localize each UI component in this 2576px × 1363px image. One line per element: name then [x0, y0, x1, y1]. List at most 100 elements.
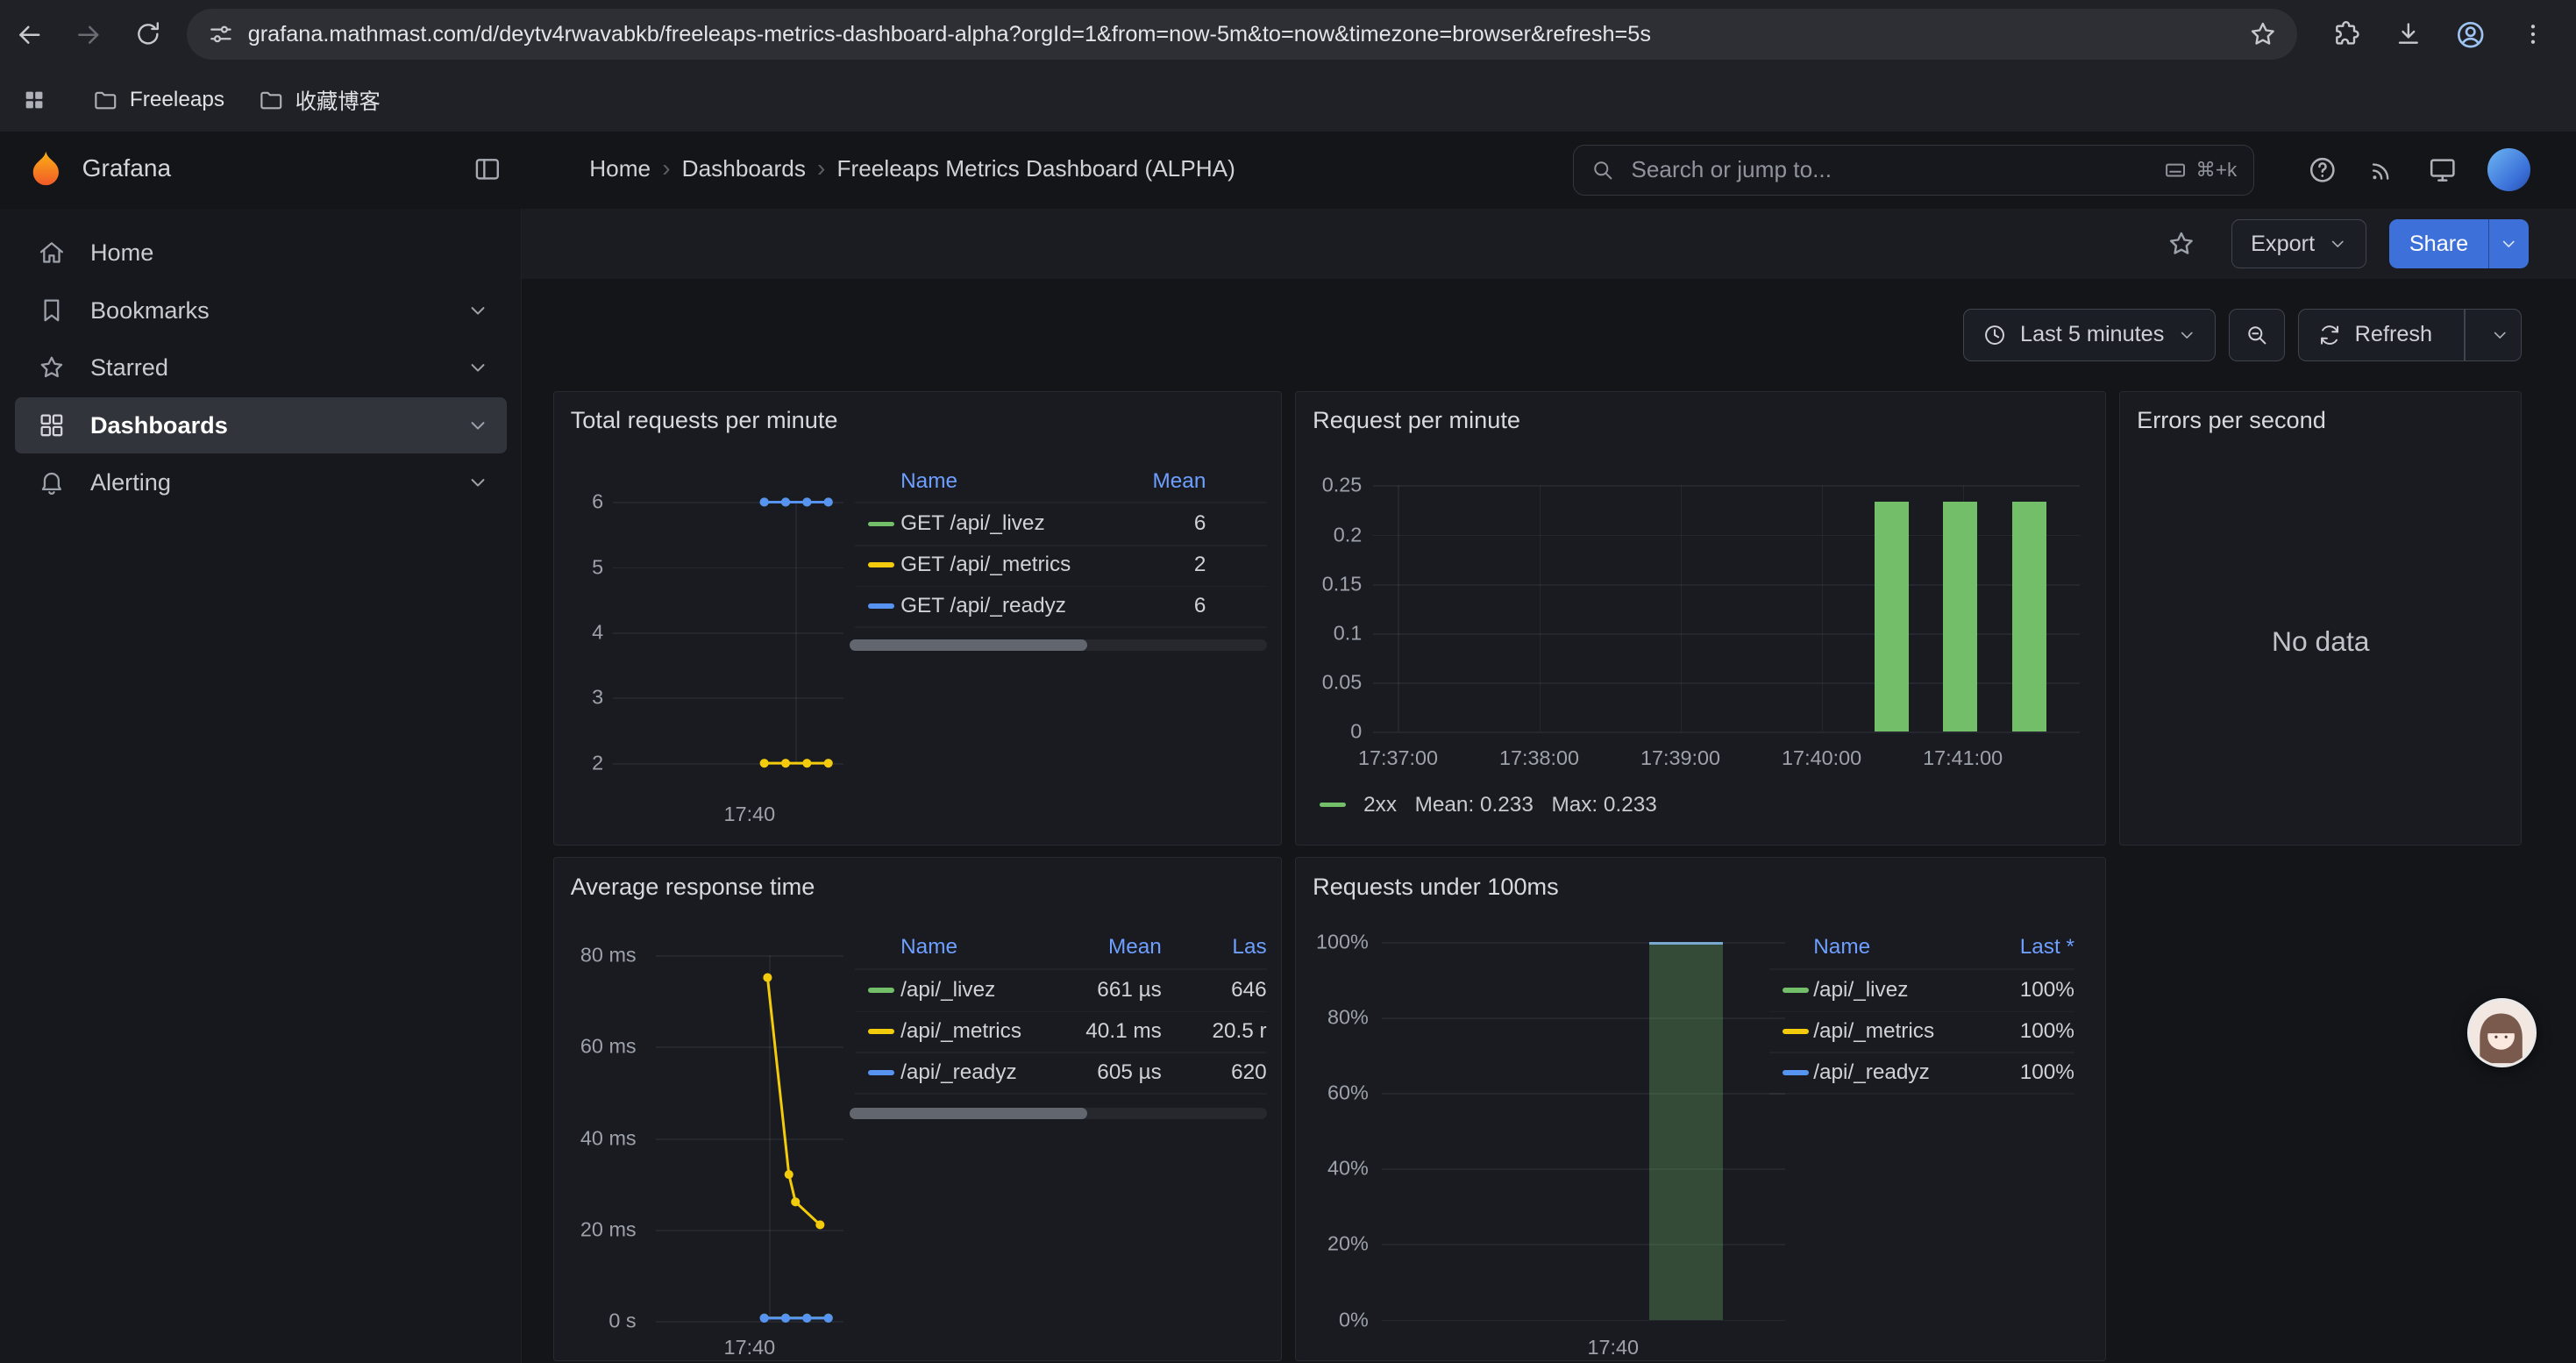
legend-series-name[interactable]: GET /api/_readyz: [900, 594, 1066, 618]
extensions-icon[interactable]: [2316, 5, 2375, 64]
legend-series-name[interactable]: /api/_livez: [1813, 978, 1908, 1003]
grafana-logo-icon[interactable]: [25, 148, 68, 191]
bookmarks-bar: Freeleaps 收藏博客: [0, 69, 2576, 132]
clock-icon: [1982, 323, 2007, 347]
legend-cell-mean: 6: [1058, 594, 1206, 618]
legend-series-name[interactable]: GET /api/_metrics: [900, 553, 1071, 577]
bookmark-item-blog[interactable]: 收藏博客: [258, 85, 381, 116]
legend-header-mean[interactable]: Mean: [1058, 469, 1206, 494]
legend-series-name[interactable]: /api/_livez: [900, 978, 995, 1003]
chevron-down-icon[interactable]: [466, 470, 490, 495]
series-color-dash: [868, 988, 894, 993]
monitor-icon[interactable]: [2427, 154, 2459, 186]
export-button[interactable]: Export: [2231, 219, 2366, 268]
refresh-interval-chevron-icon[interactable]: [2479, 325, 2522, 345]
h-gridline: [1382, 1244, 1786, 1245]
row-separator: [1769, 968, 2074, 970]
legend-scrollbar-thumb[interactable]: [850, 1108, 1087, 1119]
breadcrumb-item[interactable]: Home: [589, 155, 651, 182]
legend-header-name[interactable]: Name: [900, 469, 957, 494]
bookmark-star-icon[interactable]: [2248, 19, 2278, 49]
time-range-picker[interactable]: Last 5 minutes: [1963, 309, 2216, 361]
home-icon: [38, 239, 70, 267]
y-axis-tick-label: 0.25: [1299, 474, 1362, 497]
downloads-button[interactable]: [2379, 5, 2437, 64]
share-menu-chevron-icon[interactable]: [2488, 219, 2529, 268]
legend-series-name[interactable]: /api/_metrics: [1813, 1019, 1934, 1044]
search-input[interactable]: [1628, 154, 2150, 185]
y-axis-tick-label: 40 ms: [558, 1126, 637, 1150]
chart-legend: 2xx Mean: 0.233 Max: 0.233: [1320, 793, 1657, 817]
row-separator: [855, 502, 1267, 503]
panel-title[interactable]: Total requests per minute: [571, 406, 838, 434]
h-gridline: [656, 955, 843, 957]
h-gridline: [656, 1230, 843, 1231]
breadcrumb-item[interactable]: Dashboards: [682, 155, 806, 182]
y-axis-tick-label: 60 ms: [558, 1035, 637, 1059]
url-bar[interactable]: grafana.mathmast.com/d/deytv4rwavabkb/fr…: [187, 9, 2296, 60]
x-axis-tick-label: 17:39:00: [1640, 746, 1720, 770]
legend-header-name[interactable]: Name: [900, 935, 957, 960]
help-icon[interactable]: [2307, 154, 2338, 186]
h-gridline: [1373, 485, 2079, 487]
search-icon: [1590, 158, 1615, 182]
browser-menu-button[interactable]: [2504, 5, 2563, 64]
legend-header-name[interactable]: Name: [1813, 935, 1870, 960]
legend-series-name[interactable]: GET /api/_livez: [900, 511, 1045, 536]
sidebar-item-starred[interactable]: Starred: [15, 340, 507, 396]
legend-header-last[interactable]: Last *: [1926, 935, 2074, 960]
panel-title[interactable]: Request per minute: [1313, 406, 1520, 434]
y-axis-tick-label: 0%: [1299, 1308, 1369, 1331]
sidebar-item-bookmarks[interactable]: Bookmarks: [15, 282, 507, 339]
sidebar-item-label: Home: [90, 239, 490, 267]
forward-button[interactable]: [59, 5, 117, 64]
panel-title[interactable]: Requests under 100ms: [1313, 873, 1559, 901]
chevron-down-icon[interactable]: [466, 298, 490, 323]
sidebar-item-home[interactable]: Home: [15, 225, 507, 282]
search-box[interactable]: ⌘+k: [1573, 145, 2254, 196]
v-gridline: [1681, 485, 1683, 731]
legend-series-name[interactable]: /api/_readyz: [1813, 1060, 1930, 1085]
reload-button[interactable]: [118, 5, 177, 64]
sidebar-item-dashboards[interactable]: Dashboards: [15, 397, 507, 453]
row-separator: [855, 1011, 1267, 1013]
y-axis-tick-label: 20%: [1299, 1232, 1369, 1256]
y-axis-tick-label: 2: [558, 751, 603, 774]
chevron-down-icon[interactable]: [466, 413, 490, 438]
h-gridline: [613, 632, 843, 634]
profile-button[interactable]: [2441, 5, 2500, 64]
h-gridline: [656, 1046, 843, 1048]
sidebar-item-alerting[interactable]: Alerting: [15, 455, 507, 511]
panel-title[interactable]: Average response time: [571, 873, 815, 901]
sidebar-item-label: Alerting: [90, 468, 466, 496]
legend-series-name[interactable]: /api/_metrics: [900, 1019, 1021, 1044]
legend-series-name[interactable]: 2xx: [1363, 793, 1397, 817]
x-axis-tick-label: 17:40: [1588, 1336, 1640, 1359]
legend-scrollbar-thumb[interactable]: [850, 639, 1087, 651]
series-color-dash: [1783, 988, 1809, 993]
h-gridline: [656, 1321, 843, 1323]
user-avatar[interactable]: [2487, 148, 2530, 191]
row-separator: [855, 1093, 1267, 1095]
chevron-down-icon[interactable]: [466, 355, 490, 380]
dock-menu-icon[interactable]: [473, 154, 502, 184]
share-button[interactable]: Share: [2389, 219, 2528, 268]
panel-title[interactable]: Errors per second: [2137, 406, 2326, 434]
site-settings-icon[interactable]: [207, 20, 235, 48]
legend-series-name[interactable]: /api/_readyz: [900, 1060, 1017, 1085]
bookmark-label: 收藏博客: [295, 85, 381, 116]
bookmark-item-freeleaps[interactable]: Freeleaps: [92, 87, 224, 113]
legend-header-last[interactable]: Las: [1119, 935, 1267, 960]
apps-grid-icon[interactable]: [10, 71, 59, 130]
rss-icon[interactable]: [2367, 155, 2397, 185]
panel-average-response-time: Average response time 80 ms60 ms40 ms20 …: [553, 857, 1282, 1361]
favorite-star-icon[interactable]: [2167, 229, 2196, 259]
panel-requests-under-100ms: Requests under 100ms 100%80%60%40%20%0%1…: [1295, 857, 2106, 1361]
zoom-out-button[interactable]: [2229, 309, 2285, 361]
x-axis-tick-label: 17:37:00: [1358, 746, 1438, 770]
assistant-avatar[interactable]: [2467, 998, 2537, 1067]
back-button[interactable]: [0, 5, 59, 64]
chart-bar: [1649, 942, 1723, 1320]
y-axis-tick-label: 6: [558, 490, 603, 514]
refresh-button[interactable]: Refresh: [2298, 309, 2522, 361]
